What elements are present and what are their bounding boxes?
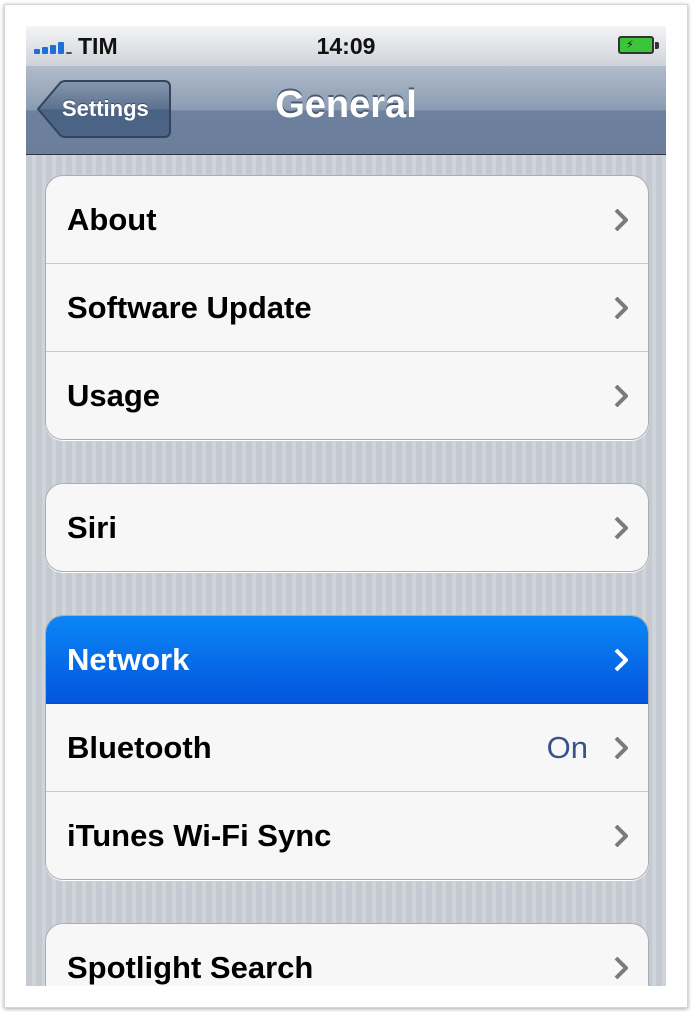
row-bluetooth[interactable]: Bluetooth On	[46, 704, 648, 792]
settings-group-3: Network Bluetooth On iTunes Wi-Fi Sync	[45, 615, 649, 880]
row-label: About	[67, 202, 157, 237]
page-title: General	[275, 84, 417, 126]
chevron-right-icon	[614, 824, 628, 848]
row-siri[interactable]: Siri	[46, 484, 648, 571]
row-label: Usage	[67, 378, 161, 413]
navigation-bar: Settings General	[26, 66, 666, 155]
chevron-right-icon	[614, 736, 628, 760]
row-label: Bluetooth	[67, 730, 212, 765]
settings-group-1: About Software Update Usage	[45, 175, 649, 440]
bluetooth-status-value: On	[546, 730, 588, 765]
row-label: Network	[67, 642, 190, 677]
phone-screen: TIM 14:09 ⚡ Settings General About Softw…	[26, 26, 666, 986]
row-label: Siri	[67, 510, 117, 545]
status-time: 14:09	[316, 33, 376, 59]
row-about[interactable]: About	[46, 176, 648, 264]
row-software-update[interactable]: Software Update	[46, 264, 648, 352]
row-label: iTunes Wi-Fi Sync	[67, 818, 332, 853]
chevron-right-icon	[614, 648, 628, 672]
settings-group-4: Spotlight Search	[45, 923, 649, 986]
row-spotlight-search[interactable]: Spotlight Search	[46, 924, 648, 986]
chevron-right-icon	[614, 956, 628, 980]
row-network[interactable]: Network	[46, 616, 648, 704]
chevron-right-icon	[614, 296, 628, 320]
chevron-right-icon	[614, 208, 628, 232]
status-bar: TIM 14:09 ⚡	[26, 26, 666, 67]
row-label: Software Update	[67, 290, 312, 325]
row-usage[interactable]: Usage	[46, 352, 648, 439]
settings-group-2: Siri	[45, 483, 649, 572]
battery-charging-icon: ⚡	[618, 36, 659, 54]
chevron-right-icon	[614, 516, 628, 540]
row-itunes-wifi-sync[interactable]: iTunes Wi-Fi Sync	[46, 792, 648, 879]
chevron-right-icon	[614, 384, 628, 408]
row-label: Spotlight Search	[67, 950, 314, 985]
